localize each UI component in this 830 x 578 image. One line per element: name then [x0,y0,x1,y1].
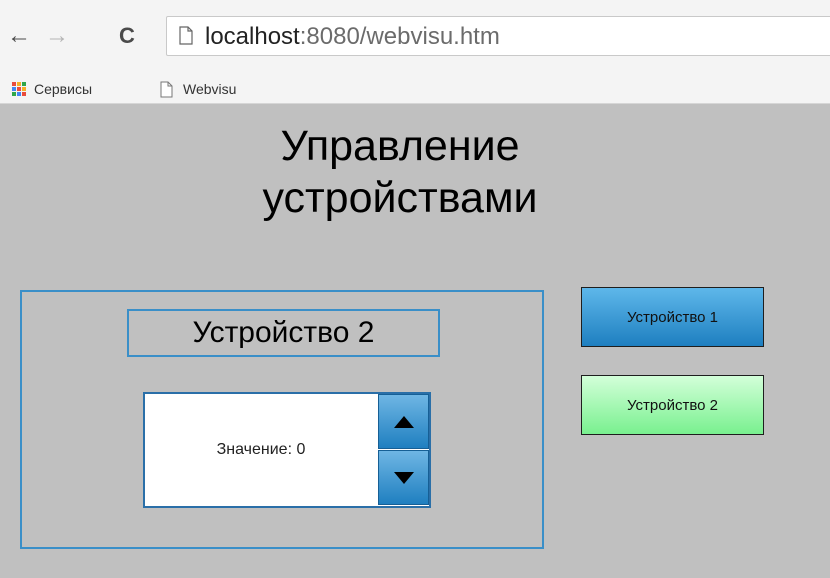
url-host: localhost [205,23,300,50]
bookmark-webvisu-label: Webvisu [183,81,237,97]
apps-grid-square [12,87,16,91]
device-label: Устройство 2 [127,309,440,357]
decrement-button[interactable] [378,450,429,505]
back-arrow-icon[interactable]: ← [6,22,32,50]
device-1-button[interactable]: Устройство 1 [581,287,764,347]
url-path: :8080/webvisu.htm [299,23,500,50]
bookmarks-bar: Сервисы Webvisu [0,74,830,104]
page-icon [179,26,193,45]
bookmark-services[interactable]: Сервисы [12,79,92,99]
visualization-page: Управление устройствами Устройство 2 Зна… [0,104,830,578]
device-panel: Устройство 2 Значение: 0 [20,290,544,549]
page-title: Управление устройствами [262,122,538,222]
address-bar[interactable]: localhost:8080/webvisu.htm [166,16,830,56]
apps-grid-square [22,92,26,96]
triangle-down-icon [393,471,414,484]
apps-grid-square [12,92,16,96]
apps-grid-square [22,87,26,91]
increment-button[interactable] [378,394,429,449]
apps-grid-square [12,82,16,86]
page-icon [160,81,173,97]
device-2-button[interactable]: Устройство 2 [581,375,764,435]
url-text[interactable]: localhost:8080/webvisu.htm [205,23,500,51]
forward-arrow-icon[interactable]: → [44,22,70,50]
reload-icon[interactable]: C [114,22,140,50]
apps-grid-square [17,87,21,91]
apps-grid-square [22,82,26,86]
value-stepper: Значение: 0 [143,392,431,508]
browser-toolbar: ← → C localhost:8080/webvisu.htm [0,0,830,74]
bookmark-services-label: Сервисы [34,81,93,97]
bookmark-webvisu[interactable]: Webvisu [160,79,236,99]
apps-grid-square [17,92,21,96]
triangle-up-icon [393,415,414,428]
apps-grid-icon [12,82,26,96]
value-display: Значение: 0 [216,441,306,458]
apps-grid-square [17,82,21,86]
